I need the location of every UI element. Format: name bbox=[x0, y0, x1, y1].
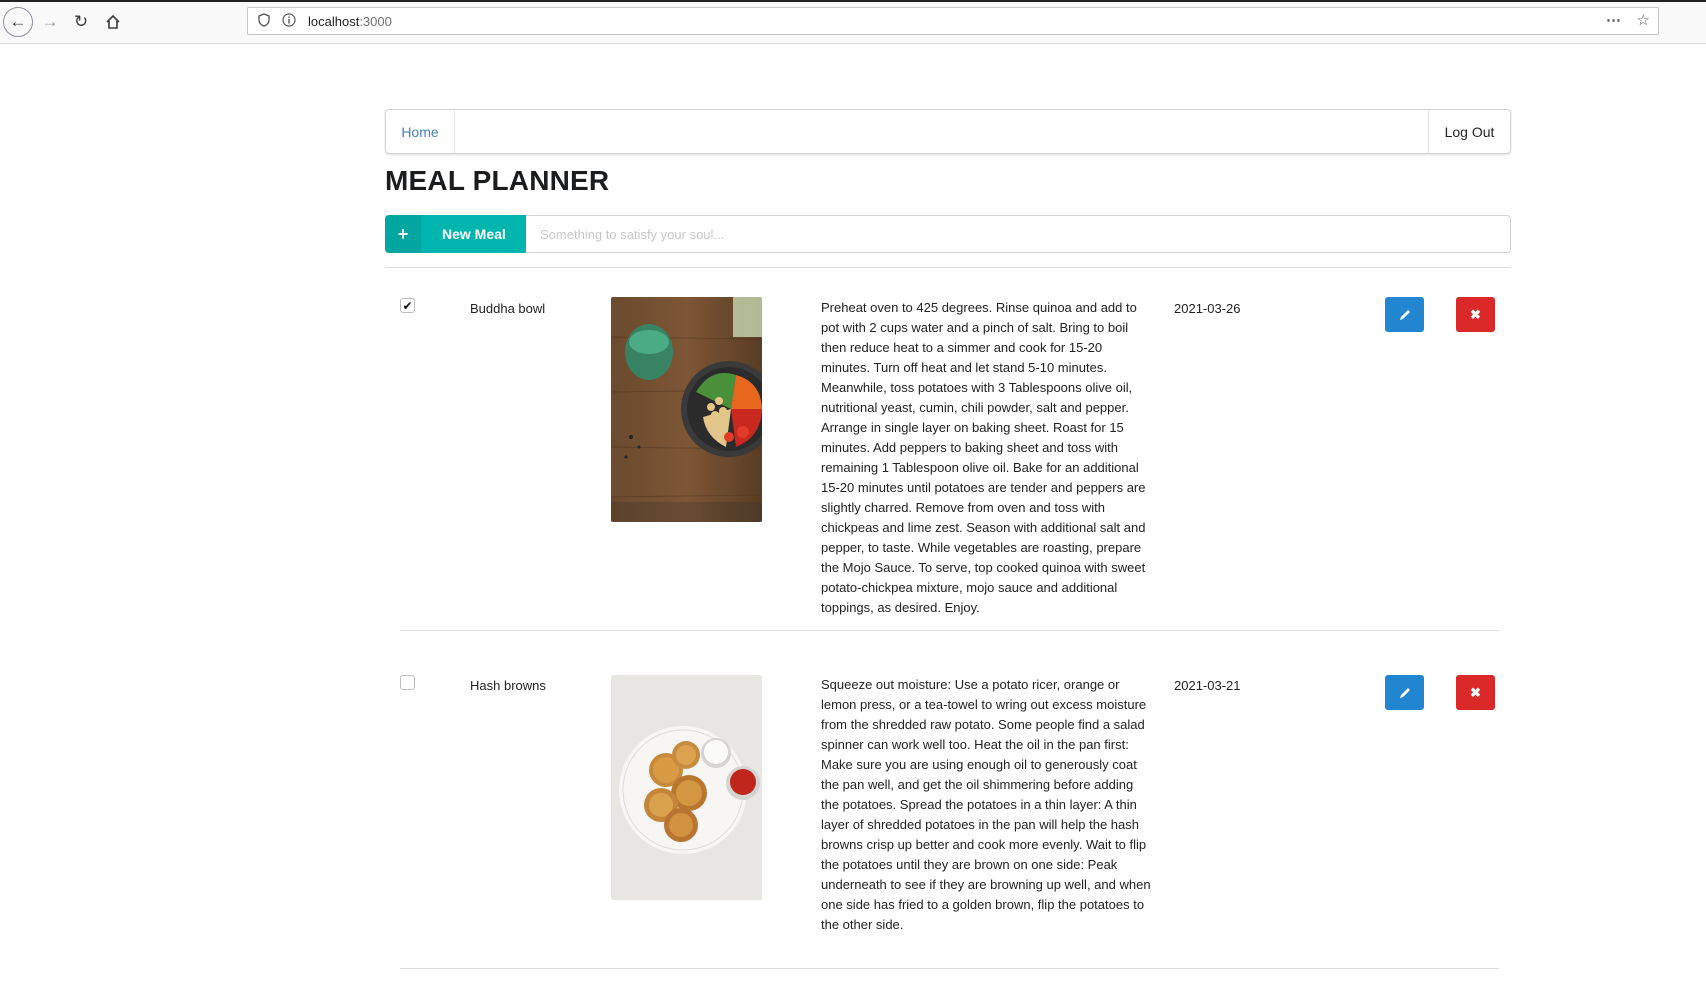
top-menu: Home Log Out bbox=[385, 109, 1511, 154]
url-bar[interactable]: localhost:3000 ⋯ ☆ bbox=[247, 7, 1659, 35]
divider bbox=[385, 267, 1511, 268]
meal-done-checkbox[interactable] bbox=[400, 675, 415, 690]
pencil-icon bbox=[1399, 687, 1410, 698]
row-divider bbox=[400, 630, 1499, 631]
logout-link[interactable]: Log Out bbox=[1428, 110, 1510, 153]
meal-description: Preheat oven to 425 degrees. Rinse quino… bbox=[821, 300, 1146, 615]
browser-toolbar: ← → ↻ localhost:3000 ⋯ ☆ bbox=[0, 0, 1706, 44]
delete-button[interactable]: ✖ bbox=[1456, 297, 1495, 332]
hash-browns-photo bbox=[611, 675, 762, 900]
page-title: MEAL PLANNER bbox=[385, 165, 610, 196]
reload-icon[interactable]: ↻ bbox=[68, 9, 94, 35]
url-text[interactable]: localhost:3000 bbox=[308, 14, 392, 29]
home-link[interactable]: Home bbox=[386, 110, 455, 153]
info-icon[interactable] bbox=[282, 13, 296, 30]
edit-button[interactable] bbox=[1385, 675, 1424, 710]
x-icon: ✖ bbox=[1470, 306, 1481, 322]
meal-date: 2021-03-26 bbox=[1174, 301, 1241, 316]
new-meal-input[interactable] bbox=[526, 215, 1511, 253]
buddha-bowl-photo bbox=[611, 297, 762, 522]
meal-name: Buddha bowl bbox=[470, 301, 546, 316]
x-icon: ✖ bbox=[1470, 684, 1481, 700]
new-meal-label: New Meal bbox=[442, 226, 506, 242]
edit-button[interactable] bbox=[1385, 297, 1424, 332]
delete-button[interactable]: ✖ bbox=[1456, 675, 1495, 710]
new-meal-button[interactable]: + New Meal bbox=[385, 215, 526, 253]
pencil-icon bbox=[1399, 309, 1410, 320]
row-divider bbox=[400, 968, 1499, 969]
meal-done-checkbox-checked[interactable]: ✔ bbox=[400, 298, 415, 313]
bookmark-star-icon[interactable]: ☆ bbox=[1637, 11, 1650, 29]
plus-icon: + bbox=[385, 215, 421, 253]
shield-icon[interactable] bbox=[258, 13, 270, 30]
home-icon[interactable] bbox=[100, 9, 126, 35]
forward-icon[interactable]: → bbox=[37, 9, 63, 35]
meal-date: 2021-03-21 bbox=[1174, 678, 1241, 693]
meal-name: Hash browns bbox=[470, 678, 546, 693]
more-actions-icon[interactable]: ⋯ bbox=[1606, 11, 1622, 29]
meal-description: Squeeze out moisture: Use a potato ricer… bbox=[821, 677, 1151, 932]
tab-strip-edge bbox=[0, 0, 1706, 2]
back-icon[interactable]: ← bbox=[3, 7, 33, 37]
